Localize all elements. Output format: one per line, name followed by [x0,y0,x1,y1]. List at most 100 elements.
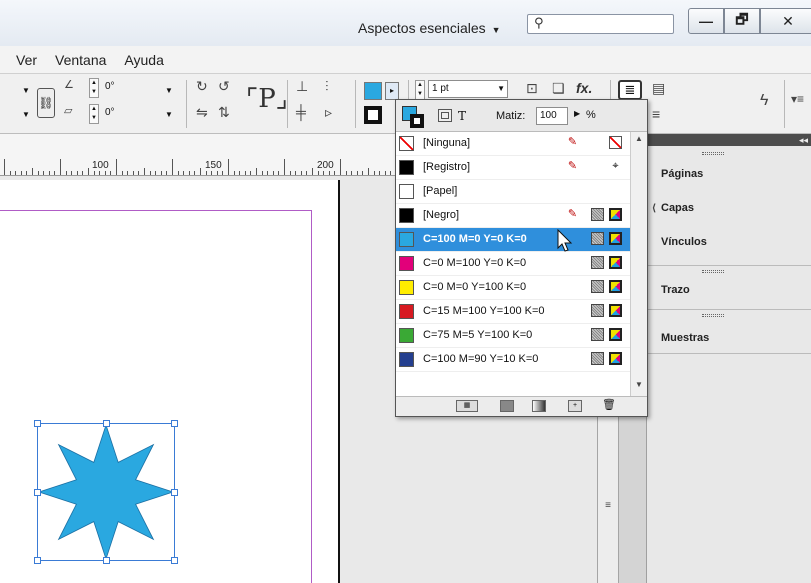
panel-tab-pages[interactable]: Páginas [647,168,703,180]
swatch-name: C=75 M=5 Y=100 K=0 [423,329,533,341]
resize-handle[interactable] [171,420,178,427]
ruler-tick [284,159,285,175]
panel-grip[interactable] [702,270,724,273]
minimize-button[interactable]: — [688,8,724,34]
swatches-scrollbar[interactable]: ▲ ▼ [630,132,647,396]
menu-ayuda[interactable]: Ayuda [124,52,163,68]
reference-point-icon[interactable]: ⌜P⌟ [246,84,288,114]
swatch-row[interactable]: C=100 M=0 Y=0 K=0 [396,228,630,252]
swatch-name: [Registro] [423,161,471,173]
delete-swatch-icon[interactable]: 🗑 [602,400,616,412]
menu-ventana[interactable]: Ventana [55,52,106,68]
resize-handle[interactable] [34,489,41,496]
apply-to-text-icon[interactable]: T [458,109,466,123]
swatches-popup: T Matiz: 100 ▶ % [Ninguna] ✎ [Registro] ✎ ⌖[… [395,99,648,417]
cmyk-mode-icon [609,352,622,365]
panel-tab-layers[interactable]: ⟨ Capas [647,202,694,214]
show-color-swatches-icon[interactable] [500,400,514,412]
effects-fx-icon[interactable]: fx. [576,80,592,96]
panel-tab-stroke[interactable]: Trazo [647,284,690,296]
swatch-row[interactable]: [Papel] [396,180,630,204]
panel-tab-links[interactable]: Vínculos [647,236,707,248]
rotate-stepper[interactable]: ▲ ▼ [89,78,99,98]
swatch-name: [Negro] [423,209,460,221]
ruler-label: 200 [317,160,334,171]
select-next-icon[interactable]: ▹ [325,104,332,121]
restore-button[interactable]: 🗗 [724,8,760,34]
cmyk-mode-icon [609,304,622,317]
flip-horizontal-icon[interactable]: ⇋ [196,104,208,121]
collapse-panels-icon[interactable]: ◂◂ [647,134,811,146]
ruler-tick [356,171,358,175]
fill-menu-button[interactable]: ▸ [385,82,399,100]
constrain-proportions-icon[interactable]: ⛓ [37,88,55,118]
resize-handle[interactable] [171,489,178,496]
show-all-swatches-icon[interactable]: ▦ [456,400,478,412]
process-color-icon [591,328,604,341]
swatch-row[interactable]: C=0 M=0 Y=100 K=0 [396,276,630,300]
fill-swatch[interactable] [364,82,382,100]
swatch-row[interactable]: [Ninguna] ✎ [396,132,630,156]
chevron-down-icon: ▼ [491,25,501,35]
chevron-down-icon[interactable]: ▼ [165,86,173,95]
chevron-down-icon[interactable]: ▼ [22,110,30,119]
ruler-tick [188,171,190,175]
panel-label: Capas [661,202,695,214]
ruler-tick [110,171,112,175]
swatches-footer: ▦ + 🗑 [396,396,647,416]
rotate-cw-icon[interactable]: ↻ [196,78,208,95]
scroll-up-icon[interactable]: ▲ [631,134,647,143]
stroke-weight-field[interactable]: 1 pt ▼ [428,80,508,98]
stroke-weight-stepper[interactable]: ▲ ▼ [415,80,425,100]
resize-handle[interactable] [171,557,178,564]
swatch-row[interactable]: C=75 M=5 Y=100 K=0 [396,324,630,348]
menu-bar: Ver Ventana Ayuda [0,46,811,74]
distribute-icon[interactable]: ⫶ [325,78,329,95]
search-input[interactable]: ⚲ [527,14,674,34]
frame-fitting-icon[interactable]: ⊡ [526,80,538,97]
panel-menu-icon[interactable]: ▾≡ [791,92,804,106]
workspace-switcher[interactable]: Aspectos esenciales ▼ [358,20,501,36]
align-text-icon[interactable]: ≡ [652,106,660,122]
swatch-row[interactable]: C=15 M=100 Y=100 K=0 [396,300,630,324]
resize-handle[interactable] [34,420,41,427]
flip-vertical-icon[interactable]: ⇅ [218,104,230,121]
stroke-swatch[interactable] [364,106,382,124]
chevron-down-icon[interactable]: ▼ [165,110,173,119]
ruler-tick [54,171,56,175]
new-swatch-icon[interactable]: + [568,400,582,412]
scroll-down-icon[interactable]: ▼ [631,380,647,389]
ruler-label: 100 [92,160,109,171]
resize-handle[interactable] [103,557,110,564]
panel-grip[interactable] [702,314,724,317]
tint-slider-arrow-icon[interactable]: ▶ [574,109,580,118]
swatch-row[interactable]: C=100 M=90 Y=10 K=0 [396,348,630,372]
drop-shadow-icon[interactable]: ❏ [552,80,565,97]
swatch-row[interactable]: [Registro] ✎ ⌖ [396,156,630,180]
text-wrap-alt-icon[interactable]: ▤ [652,80,665,97]
panel-grip[interactable] [702,152,724,155]
resize-handle[interactable] [103,420,110,427]
toolbar-divider [355,80,356,128]
ruler-tick [155,171,157,175]
panel-tab-swatches[interactable]: Muestras [647,332,709,344]
swatch-row[interactable]: [Negro] ✎ [396,204,630,228]
show-gradient-swatches-icon[interactable] [532,400,546,412]
chevron-down-icon[interactable]: ▼ [22,86,30,95]
menu-ver[interactable]: Ver [16,52,37,68]
resize-handle[interactable] [34,557,41,564]
text-wrap-icon[interactable]: ≣ [618,80,642,100]
rotate-ccw-icon[interactable]: ↺ [218,78,230,95]
close-button[interactable]: ✕ [760,8,811,34]
lightning-icon[interactable]: ϟ [760,92,768,110]
shear-stepper[interactable]: ▲ ▼ [89,104,99,124]
ruler-tick [312,168,313,175]
scroll-grip-icon[interactable]: ≡ [598,500,618,511]
apply-to-container-icon[interactable] [438,109,452,122]
swatch-chip [399,328,414,343]
tint-field[interactable]: 100 [536,107,568,125]
align-center-icon[interactable]: ╪ [296,104,306,120]
align-top-icon[interactable]: ⊥ [296,78,308,95]
stroke-swatch[interactable] [410,114,424,128]
swatch-row[interactable]: C=0 M=100 Y=0 K=0 [396,252,630,276]
